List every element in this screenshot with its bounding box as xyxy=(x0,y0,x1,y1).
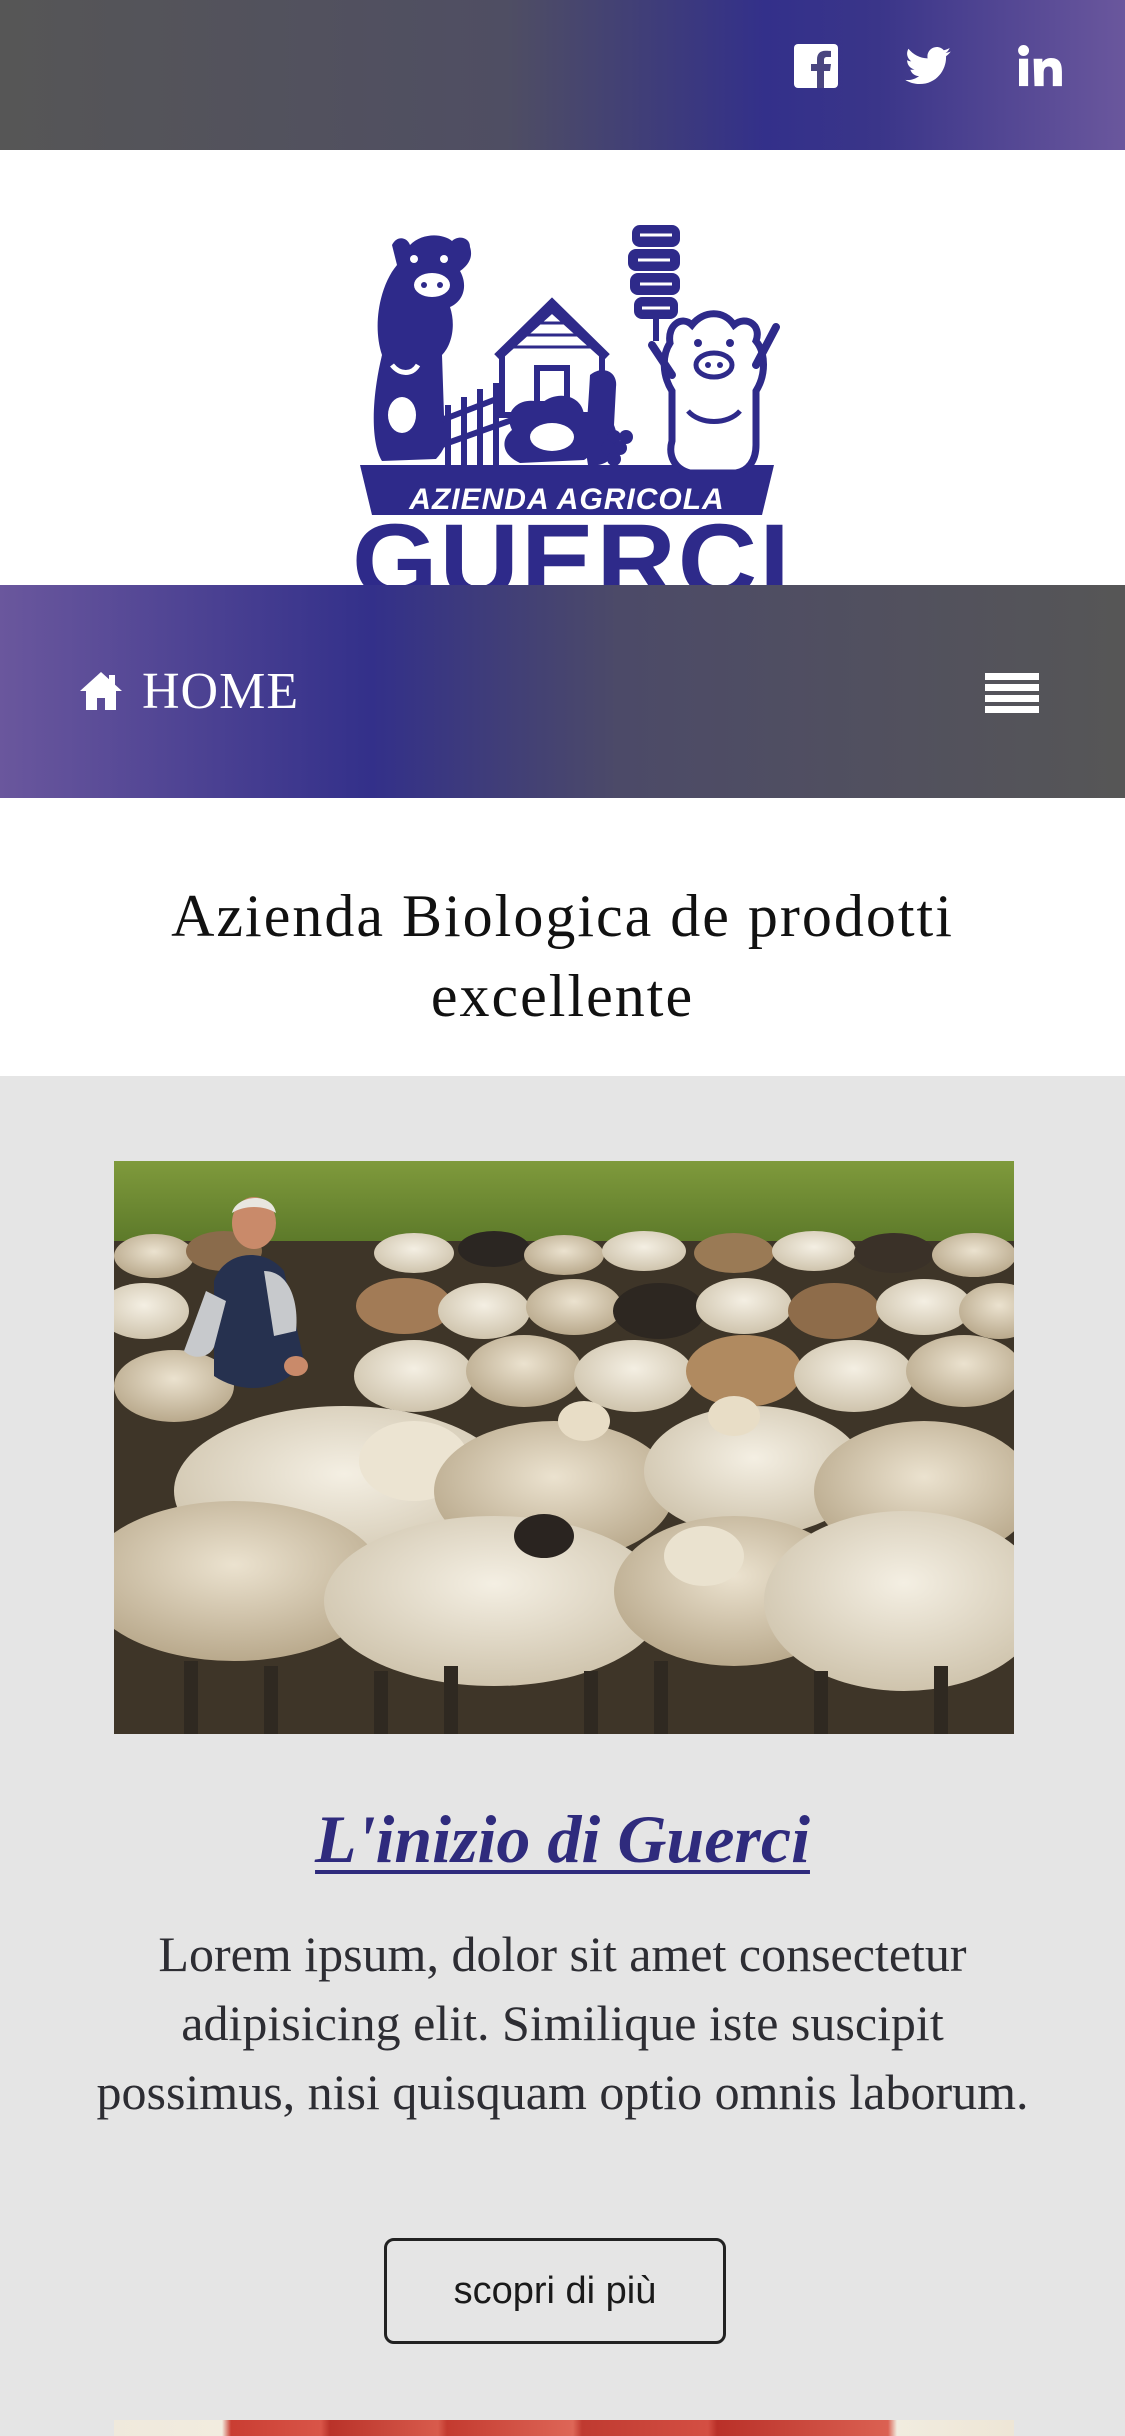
hamburger-menu-icon[interactable] xyxy=(985,673,1039,715)
home-icon xyxy=(80,672,122,710)
twitter-icon xyxy=(905,47,951,85)
brand-logo[interactable]: AZIENDA AGRICOLA GUERCI xyxy=(352,215,790,614)
linkedin-link[interactable] xyxy=(1014,40,1066,92)
tagline-section: Azienda Biologica de prodotti excellente xyxy=(0,798,1125,1076)
facebook-link[interactable] xyxy=(790,40,842,92)
logo-section: AZIENDA AGRICOLA GUERCI xyxy=(0,150,1125,614)
article-title-link[interactable]: L'inizio di Guerci xyxy=(0,1800,1125,1879)
discover-more-button[interactable]: scopri di più xyxy=(384,2238,726,2344)
hero-photo-shepherd-sheep xyxy=(114,1161,1014,1734)
nav-home-label: HOME xyxy=(142,662,300,720)
top-social-bar xyxy=(0,0,1125,150)
next-section-photo xyxy=(114,2420,1014,2436)
main-navigation: HOME xyxy=(0,585,1125,798)
linkedin-icon xyxy=(1018,45,1062,87)
nav-home-link[interactable]: HOME xyxy=(78,662,300,720)
page-tagline: Azienda Biologica de prodotti excellente xyxy=(171,883,954,1029)
facebook-icon xyxy=(794,44,838,88)
twitter-link[interactable] xyxy=(902,40,954,92)
article-body: Lorem ipsum, dolor sit amet consectetur … xyxy=(96,1926,1029,2120)
